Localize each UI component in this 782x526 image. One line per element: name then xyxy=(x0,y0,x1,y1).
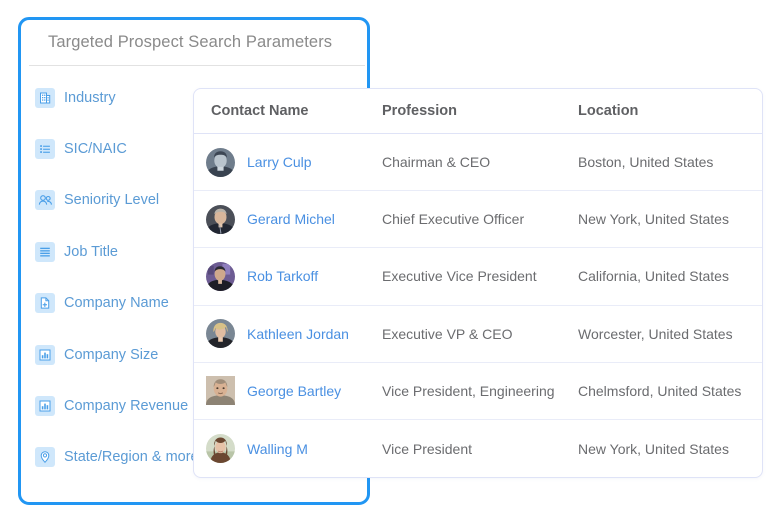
param-label: Industry xyxy=(64,89,116,106)
column-header-location: Location xyxy=(578,103,639,119)
location-cell: Chelmsford, United States xyxy=(578,382,742,399)
location-cell: New York, United States xyxy=(578,440,729,457)
param-label: Company Size xyxy=(64,346,159,363)
param-label: Company Revenue xyxy=(64,398,189,415)
contact-name-link[interactable]: Larry Culp xyxy=(247,154,312,170)
avatar xyxy=(206,376,235,406)
contact-name-link[interactable]: George Bartley xyxy=(247,383,341,399)
file-plus-icon xyxy=(35,293,55,314)
avatar xyxy=(206,204,235,234)
param-label: State/Region & more xyxy=(64,449,199,466)
profession-cell: Executive VP & CEO xyxy=(382,325,513,342)
table-row[interactable]: George Bartley Vice President, Engineeri… xyxy=(194,363,762,420)
location-pin-icon xyxy=(35,447,55,468)
contact-name-cell: Gerard Michel xyxy=(194,204,382,234)
location-cell: California, United States xyxy=(578,268,729,285)
table-row[interactable]: Walling M Vice President New York, Unite… xyxy=(194,420,762,477)
avatar xyxy=(206,319,235,349)
list-icon xyxy=(35,139,55,160)
table-row[interactable]: Kathleen Jordan Executive VP & CEO Worce… xyxy=(194,306,762,363)
lines-icon xyxy=(35,241,55,262)
location-cell: New York, United States xyxy=(578,211,729,228)
param-label: Seniority Level xyxy=(64,192,160,209)
avatar xyxy=(206,261,235,291)
contact-name-cell: Kathleen Jordan xyxy=(194,319,382,349)
profession-cell: Vice President, Engineering xyxy=(382,382,555,399)
column-header-contact-name: Contact Name xyxy=(211,103,309,119)
table-row[interactable]: Rob Tarkoff Executive Vice President Cal… xyxy=(194,248,762,306)
param-label: SIC/NAIC xyxy=(64,141,127,158)
column-header-profession: Profession xyxy=(382,103,457,119)
param-label: Job Title xyxy=(64,243,118,260)
title-divider xyxy=(29,65,365,66)
bar-chart-icon xyxy=(35,396,55,417)
contact-name-link[interactable]: Rob Tarkoff xyxy=(247,268,318,284)
avatar xyxy=(206,147,235,177)
contact-name-link[interactable]: Walling M xyxy=(247,441,308,457)
contact-name-cell: Larry Culp xyxy=(194,147,382,177)
avatar xyxy=(206,434,235,464)
contacts-results-table: Contact Name Profession Location Larry C… xyxy=(193,88,763,478)
bar-chart-icon xyxy=(35,344,55,365)
profession-cell: Chief Executive Officer xyxy=(382,211,525,228)
panel-title: Targeted Prospect Search Parameters xyxy=(48,33,333,51)
contact-name-link[interactable]: Gerard Michel xyxy=(247,211,335,227)
location-cell: Boston, United States xyxy=(578,154,714,171)
profession-cell: Vice President xyxy=(382,440,473,457)
contact-name-cell: Rob Tarkoff xyxy=(194,261,382,291)
people-icon xyxy=(35,190,55,211)
param-label: Company Name xyxy=(64,295,169,312)
contact-name-link[interactable]: Kathleen Jordan xyxy=(247,326,349,342)
profession-cell: Chairman & CEO xyxy=(382,154,491,171)
table-header-row: Contact Name Profession Location xyxy=(194,89,762,134)
contact-name-cell: Walling M xyxy=(194,434,382,464)
table-row[interactable]: Gerard Michel Chief Executive Officer Ne… xyxy=(194,191,762,249)
profession-cell: Executive Vice President xyxy=(382,268,537,285)
building-icon xyxy=(35,87,55,108)
contact-name-cell: George Bartley xyxy=(194,376,382,406)
table-row[interactable]: Larry Culp Chairman & CEO Boston, United… xyxy=(194,134,762,192)
location-cell: Worcester, United States xyxy=(578,325,733,342)
